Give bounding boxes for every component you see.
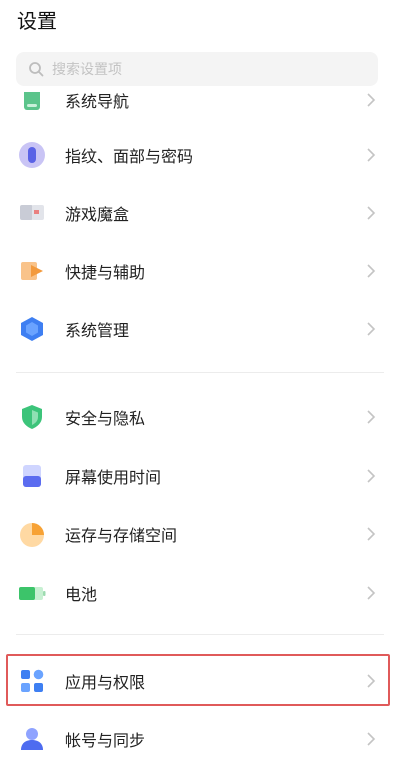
chevron-right-icon xyxy=(367,586,376,600)
chevron-right-icon xyxy=(367,527,376,541)
chevron-right-icon xyxy=(367,206,376,220)
settings-item-label: 安全与隐私 xyxy=(65,409,146,428)
chevron-right-icon xyxy=(367,264,376,278)
settings-item-label: 电池 xyxy=(65,585,98,604)
shortcut-icon xyxy=(17,256,47,286)
search-icon xyxy=(29,62,44,77)
settings-item-game-box[interactable]: 游戏魔盒 xyxy=(0,184,400,242)
chevron-right-icon xyxy=(367,322,376,336)
hourglass-icon xyxy=(17,461,47,491)
highlight-box xyxy=(6,654,390,706)
chevron-right-icon xyxy=(367,732,376,746)
settings-item-label: 游戏魔盒 xyxy=(65,205,130,224)
account-icon xyxy=(17,724,47,754)
search-input[interactable]: 搜索设置项 xyxy=(16,52,378,86)
chevron-right-icon xyxy=(367,93,376,107)
battery-icon xyxy=(17,578,47,608)
storage-pie-icon xyxy=(17,519,47,549)
settings-item-battery[interactable]: 电池 xyxy=(0,564,400,622)
fingerprint-icon xyxy=(17,140,47,170)
settings-item-screen-time[interactable]: 屏幕使用时间 xyxy=(0,447,400,505)
settings-item-account-sync[interactable]: 帐号与同步 xyxy=(0,710,400,768)
game-box-icon xyxy=(17,198,47,228)
system-management-icon xyxy=(17,314,47,344)
settings-item-label: 指纹、面部与密码 xyxy=(65,147,194,166)
navigation-icon xyxy=(17,92,47,114)
shield-icon xyxy=(17,402,47,432)
settings-item-system-management[interactable]: 系统管理 xyxy=(0,300,400,358)
settings-item-label: 系统管理 xyxy=(65,321,130,340)
section-divider xyxy=(16,372,384,373)
settings-item-label: 系统导航 xyxy=(65,92,130,111)
settings-item-shortcuts[interactable]: 快捷与辅助 xyxy=(0,242,400,300)
search-placeholder: 搜索设置项 xyxy=(52,62,122,78)
settings-item-label: 帐号与同步 xyxy=(65,731,146,750)
chevron-right-icon xyxy=(367,148,376,162)
settings-page: 设置 搜索设置项 系统导航 指纹、面部与密码 游戏魔盒 快捷与辅助 系统管理 安… xyxy=(0,0,400,775)
page-title: 设置 xyxy=(17,9,57,33)
settings-item-security-privacy[interactable]: 安全与隐私 xyxy=(0,388,400,446)
settings-item-label: 快捷与辅助 xyxy=(65,263,146,282)
settings-item-label: 运存与存储空间 xyxy=(65,526,178,545)
section-divider xyxy=(16,634,384,635)
chevron-right-icon xyxy=(367,469,376,483)
chevron-right-icon xyxy=(367,410,376,424)
settings-item-label: 屏幕使用时间 xyxy=(65,468,162,487)
settings-item-fingerprint[interactable]: 指纹、面部与密码 xyxy=(0,126,400,184)
settings-item-memory-storage[interactable]: 运存与存储空间 xyxy=(0,505,400,563)
